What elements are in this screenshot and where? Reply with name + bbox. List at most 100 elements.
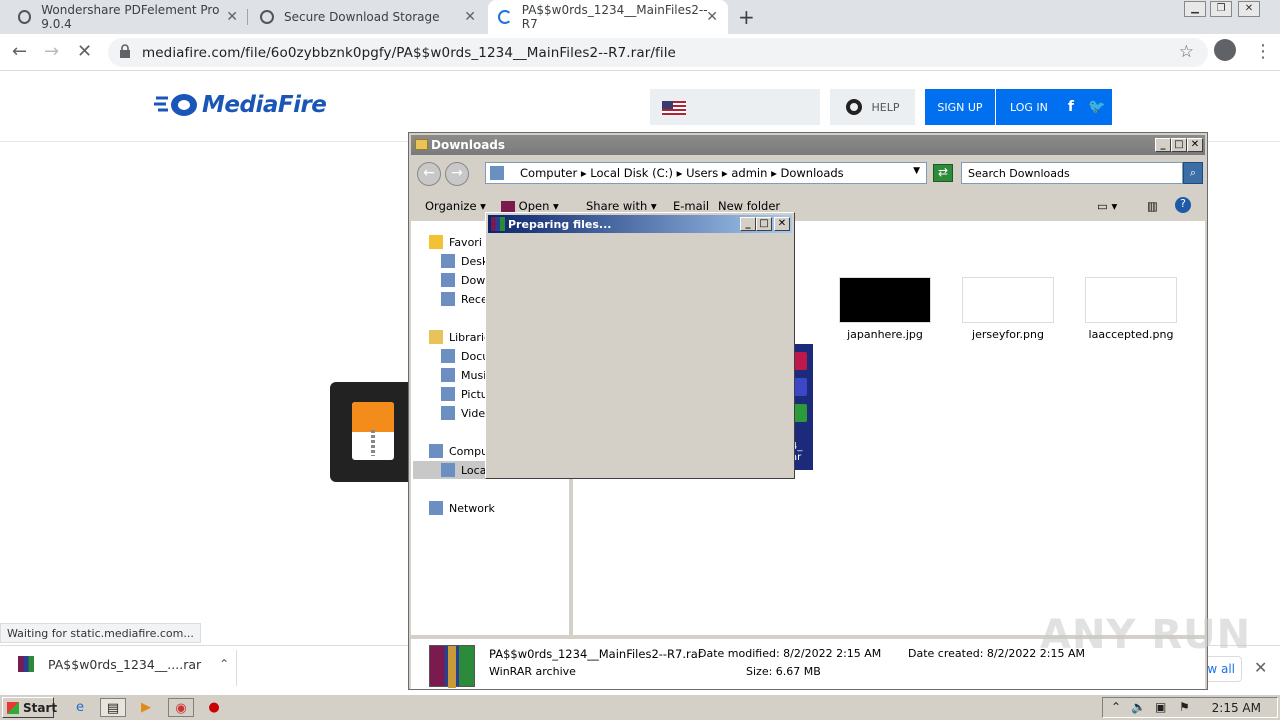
- close-window-icon[interactable]: ✕: [1238, 1, 1260, 17]
- email-button[interactable]: E-mail: [673, 199, 709, 213]
- nav-pictures[interactable]: Pictu: [441, 387, 488, 401]
- minimize-icon[interactable]: _: [1155, 138, 1171, 152]
- maximize-icon[interactable]: □: [756, 217, 772, 231]
- explorer-titlebar[interactable]: Downloads _ □ ✕: [411, 135, 1205, 155]
- login-button[interactable]: LOG IN f 🐦: [996, 89, 1112, 125]
- tray-expand-icon[interactable]: ⌃: [1111, 700, 1121, 714]
- close-icon[interactable]: ✕: [226, 9, 238, 25]
- organize-label: Organize: [425, 199, 477, 213]
- volume-icon[interactable]: 🔈: [1131, 700, 1146, 714]
- back-icon[interactable]: ←: [12, 41, 27, 62]
- image-thumbnail: [962, 277, 1054, 323]
- preview-pane-icon[interactable]: ▥: [1147, 199, 1158, 213]
- ie-icon[interactable]: e: [70, 698, 90, 717]
- music-icon: [441, 368, 455, 382]
- computer-icon: [490, 166, 504, 180]
- tab-pdfelement[interactable]: Wondershare PDFelement Pro 9.0.4 ✕: [8, 0, 248, 34]
- facebook-icon[interactable]: f: [1062, 98, 1080, 116]
- bookmark-star-icon[interactable]: ☆: [1179, 42, 1194, 62]
- dialog-titlebar[interactable]: Preparing files... _ □ ✕: [488, 215, 792, 233]
- nav-network[interactable]: Network: [429, 501, 495, 515]
- new-tab-button[interactable]: +: [738, 5, 755, 29]
- forward-icon[interactable]: →: [445, 162, 469, 186]
- close-icon[interactable]: ✕: [464, 9, 476, 25]
- stop-sign-icon[interactable]: ●: [204, 698, 224, 717]
- close-shelf-icon[interactable]: ✕: [1254, 658, 1267, 677]
- nav-recent[interactable]: Rece: [441, 292, 488, 306]
- stop-icon[interactable]: ✕: [77, 41, 92, 62]
- minimize-icon[interactable]: ▁: [1184, 1, 1206, 17]
- search-icon[interactable]: ⌕: [1183, 162, 1203, 184]
- nav-videos[interactable]: Vide: [441, 406, 485, 420]
- nav-favorites[interactable]: Favori: [429, 235, 482, 249]
- open-menu[interactable]: Open ▾: [501, 199, 559, 213]
- tab-favicon: [18, 10, 32, 24]
- view-icon[interactable]: ▭ ▾: [1097, 199, 1117, 213]
- nav-desktop[interactable]: Desk: [441, 254, 488, 268]
- login-label: LOG IN: [1010, 100, 1048, 114]
- menu-icon[interactable]: ⋮: [1254, 41, 1272, 62]
- details-type: WinRAR archive: [489, 665, 576, 678]
- address-bar[interactable]: mediafire.com/file/6o0zybbznk0pgfy/PA$$w…: [108, 38, 1208, 67]
- nav-documents[interactable]: Docu: [441, 349, 489, 363]
- download-item[interactable]: PA$$w0rds_1234__....rar ⌃: [18, 656, 229, 672]
- shelf-divider: [236, 650, 237, 686]
- file-item[interactable]: laaccepted.png: [1083, 277, 1179, 341]
- forward-icon[interactable]: →: [44, 41, 59, 62]
- nav-label: Loca: [461, 463, 487, 477]
- image-thumbnail: [839, 277, 931, 323]
- media-player-icon[interactable]: ▶: [136, 698, 156, 717]
- help-icon[interactable]: ?: [1175, 197, 1191, 213]
- nav-downloads[interactable]: Dow: [441, 273, 485, 287]
- organize-menu[interactable]: Organize ▾: [425, 199, 486, 213]
- twitter-icon[interactable]: 🐦: [1088, 98, 1106, 116]
- us-flag-icon: [662, 101, 686, 115]
- system-tray: ⌃ 🔈 ▣ ⚑ 2:15 AM: [1102, 697, 1278, 718]
- breadcrumb-local-disk[interactable]: Local Disk (C:): [590, 166, 673, 180]
- search-input[interactable]: Search Downloads: [961, 162, 1183, 184]
- anyrun-watermark: ANY RUN: [1040, 612, 1252, 658]
- explorer-address-bar[interactable]: Computer ▸ Local Disk (C:) ▸ Users ▸ adm…: [485, 162, 927, 184]
- restore-icon[interactable]: ❐: [1210, 1, 1232, 17]
- browser-toolbar: ← → ✕ mediafire.com/file/6o0zybbznk0pgfy…: [0, 34, 1280, 71]
- tab-secure-download[interactable]: Secure Download Storage ✕: [250, 0, 486, 34]
- signup-button[interactable]: SIGN UP: [925, 89, 995, 125]
- language-selector[interactable]: [650, 89, 820, 125]
- close-icon[interactable]: ✕: [1187, 138, 1203, 152]
- back-icon[interactable]: ←: [417, 162, 441, 186]
- minimize-icon[interactable]: _: [740, 217, 756, 231]
- tab-mediafire[interactable]: PA$$w0rds_1234__MainFiles2--R7 ✕: [488, 0, 728, 34]
- logo-text: MediaFire: [202, 92, 327, 118]
- archive-file-icon: [352, 402, 394, 460]
- breadcrumb-users[interactable]: Users: [686, 166, 718, 180]
- nav-music[interactable]: Musi: [441, 368, 486, 382]
- nav-libraries[interactable]: Librarie: [429, 330, 491, 344]
- nav-label: Dow: [461, 273, 486, 287]
- close-icon[interactable]: ✕: [706, 9, 718, 25]
- nav-label: Musi: [461, 368, 487, 382]
- breadcrumb-computer[interactable]: Computer: [520, 166, 577, 180]
- nav-computer[interactable]: Compu: [429, 444, 488, 458]
- details-size: Size: 6.67 MB: [746, 665, 821, 678]
- file-item[interactable]: jerseyfor.png: [960, 277, 1056, 341]
- maximize-icon[interactable]: □: [1171, 138, 1187, 152]
- mediafire-logo[interactable]: MediaFire: [154, 92, 327, 118]
- breadcrumb-admin[interactable]: admin: [731, 166, 767, 180]
- lock-icon: [120, 44, 130, 58]
- refresh-icon[interactable]: ⇄: [933, 164, 953, 182]
- explorer-taskbar-icon[interactable]: ▤: [100, 698, 126, 717]
- file-item[interactable]: japanhere.jpg: [837, 277, 933, 341]
- profile-icon[interactable]: [1214, 39, 1236, 61]
- start-button[interactable]: Start: [2, 697, 57, 718]
- chrome-icon[interactable]: ◉: [168, 698, 194, 717]
- dropdown-arrow-icon[interactable]: ▼: [913, 166, 920, 176]
- flag-icon[interactable]: ⚑: [1179, 700, 1190, 714]
- breadcrumb: Computer ▸ Local Disk (C:) ▸ Users ▸ adm…: [520, 166, 844, 180]
- share-menu[interactable]: Share with ▾: [586, 199, 657, 213]
- close-icon[interactable]: ✕: [774, 217, 790, 231]
- network-tray-icon[interactable]: ▣: [1155, 700, 1166, 714]
- breadcrumb-downloads[interactable]: Downloads: [781, 166, 844, 180]
- chevron-up-icon[interactable]: ⌃: [219, 657, 229, 671]
- new-folder-button[interactable]: New folder: [718, 199, 780, 213]
- help-button[interactable]: HELP: [830, 89, 915, 125]
